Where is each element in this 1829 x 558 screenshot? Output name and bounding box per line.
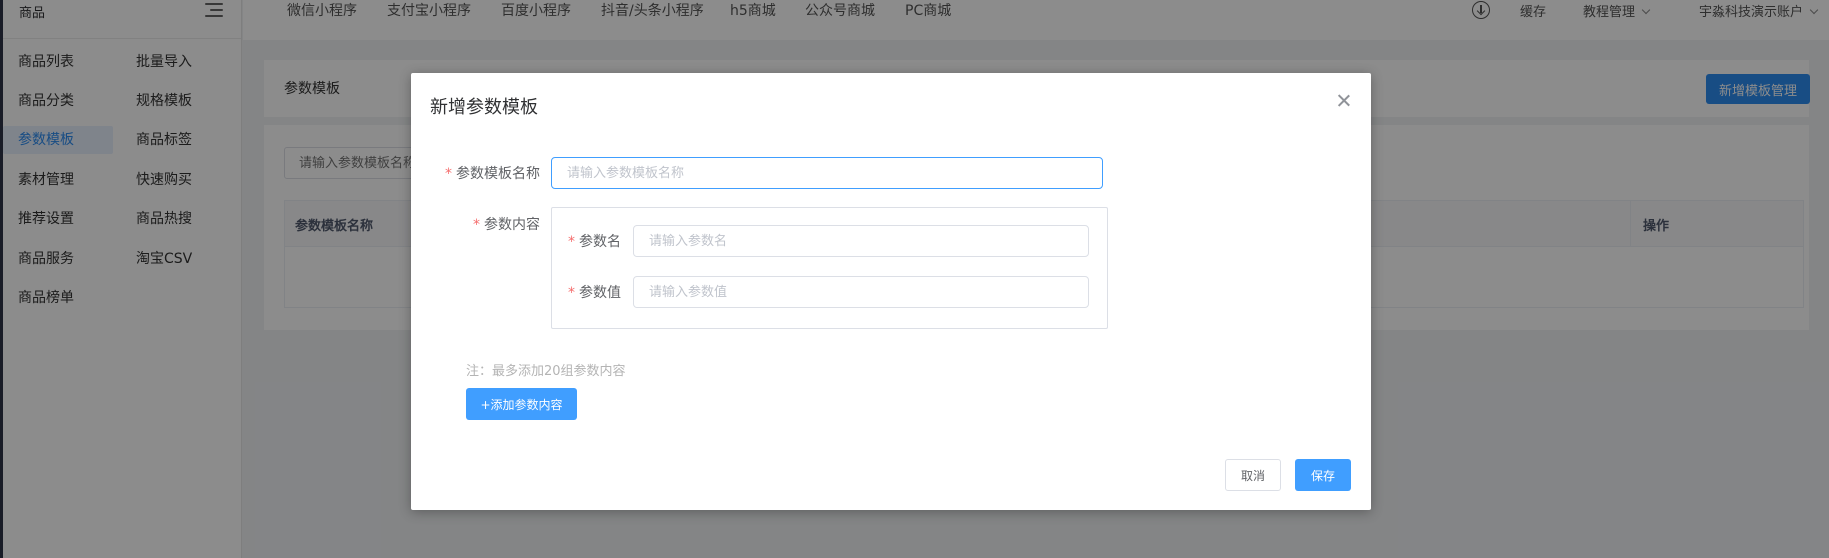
add-param-template-dialog: 新增参数模板 *参数模板名称 *参数内容 *参数名 *参数值 注：最多添加20组…: [411, 73, 1371, 510]
template-name-label-text: 参数模板名称: [456, 166, 540, 182]
param-name-input[interactable]: [633, 225, 1089, 257]
param-value-input[interactable]: [633, 276, 1089, 308]
required-star: *: [473, 217, 480, 233]
add-param-content-button[interactable]: +添加参数内容: [466, 388, 577, 420]
param-value-label: * 参数值: [568, 282, 621, 302]
param-content-label: * 参数内容: [473, 214, 540, 234]
required-star: *: [445, 166, 452, 182]
param-content-label-text: 参数内容: [484, 217, 540, 233]
required-star: *: [568, 234, 575, 250]
param-content-box: *参数名 *参数值: [551, 207, 1108, 329]
dialog-title: 新增参数模板: [430, 97, 538, 118]
param-limit-note: 注：最多添加20组参数内容: [466, 364, 626, 379]
required-star: *: [568, 285, 575, 301]
close-icon[interactable]: [1336, 93, 1352, 109]
template-name-input[interactable]: [551, 157, 1103, 189]
template-name-label: * 参数模板名称: [445, 163, 540, 183]
param-value-label-text: 参数值: [579, 285, 621, 301]
save-button[interactable]: 保存: [1295, 459, 1351, 491]
param-name-label-text: 参数名: [579, 234, 621, 250]
param-name-label: * 参数名: [568, 231, 621, 251]
cancel-button[interactable]: 取消: [1225, 459, 1281, 491]
